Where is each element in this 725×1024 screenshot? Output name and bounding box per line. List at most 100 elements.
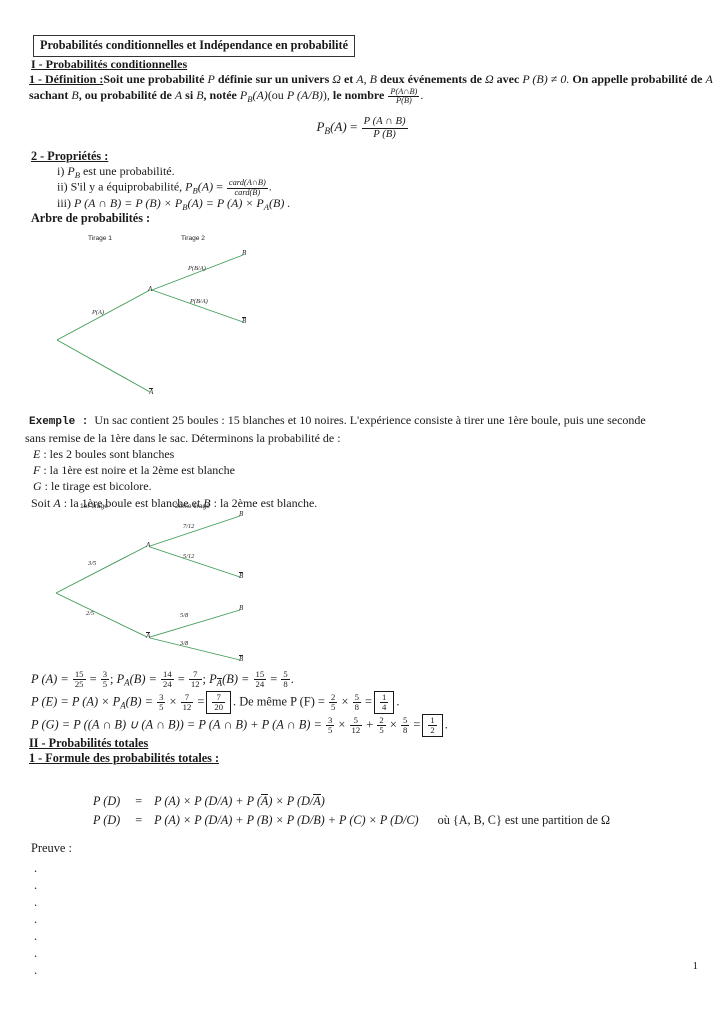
property-iii-mid: (A) = P (A) × P	[187, 196, 264, 210]
proof-dot-1: .	[34, 861, 38, 875]
result-3-frac-1-num: 3	[327, 714, 333, 725]
tree-1-edge-label-PBA: P(B/A)	[188, 265, 206, 272]
tree-1-column-header-2: Tirage 2	[181, 235, 205, 242]
definition-var-omega-2: Ω	[484, 72, 494, 86]
tree-2-node-A-bar: A	[146, 632, 151, 640]
result-2-arg: (B) =	[125, 694, 153, 709]
result-2-frac-3: 25	[329, 692, 338, 712]
result-1-frac-6: 58	[281, 669, 290, 689]
result-line-3: P (G) = P ((A ∩ B) ∪ (A ∩ B)) = P (A ∩ B…	[31, 714, 448, 738]
property-i-text: est une probabilité.	[79, 164, 175, 178]
definition-var-omega: Ω	[332, 72, 341, 86]
result-3-times-1: ×	[338, 717, 346, 732]
formula-row-1-note	[424, 792, 615, 811]
definition-fraction: P(A∩B) P(B)	[388, 86, 420, 107]
result-1-frac-1: 15 25	[72, 669, 86, 689]
tree-2-node-A: A	[146, 541, 151, 549]
result-1-frac-3-den: 24	[161, 679, 174, 690]
result-2-frac-4-den: 8	[352, 701, 361, 712]
eq-fraction: P (A ∩ B) P (B)	[361, 116, 408, 141]
section-heading-1: I - Probabilités conditionnelles	[31, 57, 188, 71]
proof-label: Preuve :	[31, 841, 72, 855]
result-3-box-den: 2	[428, 725, 437, 736]
example-item-E: E : les 2 boules sont blanches	[33, 446, 721, 462]
property-ii-P: P	[185, 179, 193, 194]
tree-1-node-A-bar: A	[149, 388, 154, 396]
property-item-iii: iii) P (A ∩ B) = P (B) × PB(A) = P (A) ×…	[57, 196, 290, 212]
result-1-frac-3-num: 14	[163, 669, 172, 679]
tree-1-leaf-B-bar-text: B	[242, 317, 247, 325]
proof-dot-7: .	[34, 963, 38, 977]
result-3-frac-4-den: 8	[400, 724, 410, 735]
eq-fraction-denominator: P (B)	[361, 127, 408, 141]
properties-heading: 2 - Propriétés :	[31, 149, 109, 163]
example-item-F-text: : la 1ère est noire et la 2ème est blanc…	[40, 463, 235, 478]
page-title: Probabilités conditionnelles et Indépend…	[33, 35, 355, 57]
result-2-frac-2: 7 12	[180, 691, 194, 712]
result-1-frac-2-den: 5	[100, 679, 110, 690]
formula-row-1-rhs-pre: P (A) × P (D/A) + P (	[154, 794, 261, 808]
formula-row-2-note: où {A, B, C} est une partition de Ω	[437, 813, 611, 827]
result-3-frac-2-den: 12	[349, 724, 363, 735]
proof-dot-4: .	[34, 912, 38, 926]
definition-text-4: deux événements de	[376, 72, 485, 86]
result-2-lhs: P (E) = P (A) × P	[31, 694, 121, 709]
result-1-PA-arg: (B) =	[129, 671, 157, 686]
result-1-eq-2: =	[177, 671, 185, 686]
result-1-frac-4: 7 12	[188, 669, 202, 689]
result-3-frac-3: 25	[377, 715, 386, 735]
definition-text-6: On appelle probabilité de	[569, 72, 706, 86]
display-equation-bayes: PB(A) = P (A ∩ B) P (B)	[0, 116, 725, 140]
result-1-PA: P (A) =	[31, 671, 69, 686]
tree-1-node-A: A	[148, 285, 153, 293]
property-ii-fraction: card(A∩B) card(B)	[226, 178, 268, 198]
result-3-frac-1-den: 5	[325, 724, 335, 735]
result-2-frac-2-num: 7	[184, 691, 190, 702]
result-2-frac-4: 58	[352, 692, 361, 712]
definition-fraction-numerator: P(A∩B)	[390, 86, 418, 96]
result-2-boxed-value-1: 7 20	[206, 691, 232, 715]
definition-paragraph: 1 - Définition :Soit une probabilité P d…	[29, 71, 719, 106]
eq-fraction-numerator: P (A ∩ B)	[363, 116, 406, 127]
result-2-frac-1: 35	[157, 692, 166, 712]
document-page: Probabilités conditionnelles et Indépend…	[0, 0, 725, 1024]
example-item-G-name: G	[33, 479, 42, 494]
tree-2-edge-label-A-Bbar: 5/12	[183, 553, 195, 560]
proof-dot-2: .	[34, 878, 38, 892]
definition-text-1: Soit une probabilité	[103, 72, 208, 86]
definition-var-A: A	[705, 72, 713, 86]
definition-fraction-denominator: P(B)	[388, 96, 420, 106]
property-ii-arg: (A)	[197, 179, 214, 194]
definition-text-si: si	[182, 88, 197, 103]
result-1-frac-5-den: 24	[253, 679, 267, 690]
tree-1-leaf-B: B	[242, 249, 247, 257]
tree-2-node-A-bar-text: A	[146, 632, 151, 640]
result-1-eq-3: =	[270, 671, 278, 686]
result-2-times-1: ×	[169, 694, 177, 709]
result-1-frac-1-num: 15	[74, 669, 84, 679]
formula-row-1-rhs-mid: ) × P (D/	[268, 794, 314, 808]
example-item-G: G : le tirage est bicolore.	[33, 478, 721, 494]
result-1-frac-2-num: 3	[102, 669, 108, 679]
tree-2-branches	[55, 515, 241, 661]
tree-1-column-header-1: Tirage 1	[88, 235, 112, 242]
definition-text-8: , notée	[203, 88, 240, 103]
result-2-box-1-den: 20	[212, 702, 226, 713]
tree-2-edge-label-A-B: 7/12	[183, 523, 195, 530]
result-1-frac-3: 14 24	[161, 669, 174, 690]
result-2-times-2: ×	[341, 694, 349, 709]
definition-var-B: B	[71, 88, 79, 103]
property-item-ii: ii) S'il y a équiprobabilité, PB(A) = ca…	[57, 178, 272, 198]
formula-row-1-rhs-post: )	[320, 794, 325, 808]
definition-period: .	[420, 88, 424, 103]
example-text-line-2: sans remise de la 1ère dans le sac. Déte…	[25, 430, 341, 445]
eq-equals: =	[350, 118, 358, 134]
property-ii-text: S'il y a équiprobabilité,	[70, 179, 186, 194]
result-3-end: .	[444, 717, 448, 732]
result-2-eq-1: =	[197, 694, 205, 709]
tree-2-edge-label-Abar-B: 5/8	[180, 612, 189, 619]
result-1-frac-4-num: 7	[193, 669, 198, 679]
property-ii-period: .	[268, 179, 272, 194]
example-intro: Exemple : Un sac contient 25 boules : 15…	[29, 412, 721, 430]
formula-row-1-lhs: P (D)	[93, 794, 121, 808]
